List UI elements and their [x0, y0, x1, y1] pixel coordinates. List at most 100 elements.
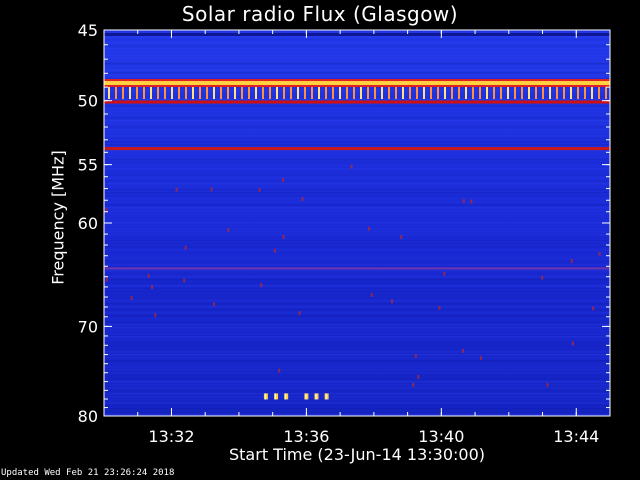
texture-stripe: [104, 162, 610, 164]
texture-stripe: [104, 66, 610, 68]
texture-stripe: [104, 285, 610, 287]
texture-stripe: [104, 228, 610, 230]
texture-stripe: [104, 222, 610, 224]
texture-stripe: [104, 111, 610, 113]
texture-stripe: [104, 351, 610, 353]
noise-speck: [570, 259, 573, 264]
noise-speck: [282, 178, 285, 183]
texture-stripe: [104, 396, 610, 398]
noise-speck: [260, 283, 263, 288]
periodic-dash: [318, 87, 320, 100]
periodic-dash: [171, 87, 173, 100]
texture-stripe: [104, 117, 610, 119]
texture-stripe: [104, 291, 610, 293]
texture-stripe: [104, 387, 610, 389]
emission-band: [104, 267, 610, 270]
periodic-dash: [185, 87, 187, 100]
burst-core: [325, 393, 327, 400]
periodic-dash: [122, 87, 124, 100]
texture-stripe: [104, 297, 610, 299]
noise-speck: [462, 348, 465, 353]
texture-stripe: [104, 237, 610, 239]
periodic-dash: [262, 87, 264, 100]
noise-speck: [227, 228, 230, 233]
periodic-dash: [486, 87, 488, 100]
periodic-dash: [556, 87, 558, 100]
texture-stripe: [104, 75, 610, 77]
texture-stripe: [104, 180, 610, 182]
periodic-dash: [304, 87, 306, 100]
texture-stripe: [104, 294, 610, 296]
noise-speck: [212, 302, 215, 307]
texture-stripe: [104, 207, 610, 209]
emission-band-edge: [104, 79, 610, 82]
periodic-dash: [248, 87, 250, 100]
texture-stripe: [104, 219, 610, 221]
y-tick-label: 55: [78, 156, 98, 175]
texture-stripe: [104, 213, 610, 215]
emission-band: [104, 147, 610, 151]
texture-stripe: [104, 354, 610, 356]
x-tick-label: 13:32: [148, 427, 194, 446]
texture-stripe: [104, 357, 610, 359]
periodic-dash: [213, 87, 215, 100]
periodic-dash: [577, 87, 579, 100]
periodic-dash: [444, 87, 446, 100]
noise-speck: [412, 382, 415, 387]
texture-stripe: [104, 99, 610, 101]
periodic-dash: [458, 87, 460, 100]
periodic-dash: [402, 87, 404, 100]
noise-speck: [151, 285, 154, 290]
texture-stripe: [104, 216, 610, 218]
periodic-dash: [388, 87, 390, 100]
y-tick-label: 70: [78, 317, 98, 336]
texture-stripe: [104, 153, 610, 155]
texture-stripe: [104, 369, 610, 371]
texture-stripe: [104, 63, 610, 65]
burst-core: [264, 393, 266, 400]
texture-stripe: [104, 69, 610, 71]
periodic-dash: [283, 87, 285, 100]
periodic-dash: [269, 87, 271, 100]
texture-stripe: [104, 72, 610, 74]
emission-band: [104, 81, 610, 86]
noise-speck: [417, 374, 420, 379]
periodic-dash: [507, 87, 509, 100]
periodic-dash: [493, 87, 495, 100]
y-tick-label: 50: [78, 92, 98, 111]
noise-speck: [546, 382, 549, 387]
periodic-dash: [339, 87, 341, 100]
noise-speck: [154, 313, 157, 318]
texture-stripe: [104, 339, 610, 341]
periodic-dash: [514, 87, 516, 100]
periodic-dash: [465, 87, 467, 100]
texture-stripe: [104, 378, 610, 380]
periodic-dash: [472, 87, 474, 100]
noise-speck: [273, 248, 276, 253]
texture-stripe: [104, 327, 610, 329]
texture-stripe: [104, 165, 610, 167]
noise-speck: [258, 187, 261, 192]
periodic-dash: [332, 87, 334, 100]
noise-speck: [130, 295, 133, 300]
texture-stripe: [104, 177, 610, 179]
texture-stripe: [104, 132, 610, 134]
texture-stripe: [104, 171, 610, 173]
texture-stripe: [104, 60, 610, 62]
texture-stripe: [104, 375, 610, 377]
texture-stripe: [104, 330, 610, 332]
texture-stripe: [104, 264, 610, 266]
periodic-dash: [115, 87, 117, 100]
texture-stripe: [104, 174, 610, 176]
texture-stripe: [104, 168, 610, 170]
periodic-dash: [192, 87, 194, 100]
y-tick-label: 80: [78, 407, 98, 426]
texture-stripe: [104, 225, 610, 227]
texture-stripe: [104, 360, 610, 362]
periodic-dash: [227, 87, 229, 100]
periodic-dash: [584, 87, 586, 100]
texture-stripe: [104, 45, 610, 47]
noise-speck: [175, 187, 178, 192]
noise-speck: [301, 197, 304, 202]
texture-stripe: [104, 36, 610, 38]
